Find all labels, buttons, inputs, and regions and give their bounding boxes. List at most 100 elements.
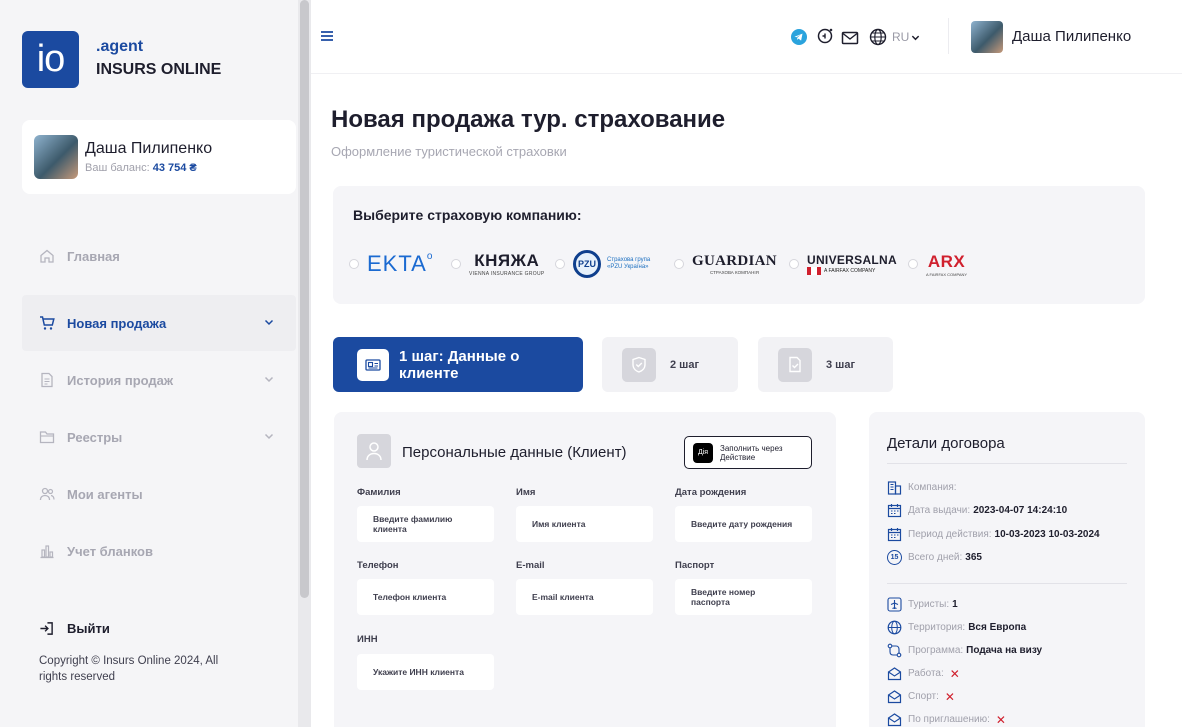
avatar[interactable] — [971, 21, 1003, 53]
birthdate-label: Дата рождения — [675, 487, 747, 498]
id-card-icon — [357, 348, 389, 381]
nav-item-registries[interactable]: Реестры — [22, 409, 296, 465]
diia-fill-button[interactable]: Дія Заполнить через Действие — [684, 436, 812, 469]
email-field[interactable]: E-mail клиента — [516, 579, 653, 615]
name-field[interactable]: Имя клиента — [516, 506, 653, 542]
sidebar-profile-card[interactable]: Даша Пилипенко Ваш баланс: 43 754 ₴ — [22, 120, 296, 194]
canada-flag-icon — [807, 267, 821, 275]
building-icon — [887, 481, 902, 495]
phone-label: Телефон — [357, 560, 399, 571]
nav-label-home: Главная — [67, 248, 120, 264]
menu-icon[interactable] — [320, 30, 334, 42]
document-icon — [41, 372, 53, 388]
avatar — [34, 135, 78, 179]
copyright: Copyright © Insurs Online 2024, All righ… — [39, 655, 219, 683]
step-1-label: 1 шаг: Данные о клиенте — [398, 347, 520, 382]
calendar-icon — [887, 528, 902, 542]
email-label: E-mail — [516, 560, 545, 571]
passport-field[interactable]: Введите номер паспорта — [675, 579, 812, 615]
detail-territory: Территория: Вся Европа — [887, 620, 1026, 635]
universalna-logo-sub: A FAIRFAX COMPANY — [824, 268, 876, 274]
home-icon — [40, 249, 54, 263]
logout-icon — [40, 622, 53, 635]
shield-icon — [622, 347, 656, 382]
radio[interactable] — [674, 259, 684, 269]
profile-name: Даша Пилипенко — [85, 140, 213, 157]
universalna-logo: UNIVERSALNA A FAIRFAX COMPANY — [807, 253, 897, 275]
detail-work-label: Работа: — [908, 668, 944, 679]
nav-item-home[interactable]: Главная — [22, 228, 296, 284]
phone-field[interactable]: Телефон клиента — [357, 579, 494, 615]
diia-logo-icon: Дія — [693, 442, 713, 463]
step-1-tab[interactable]: 1 шаг: Данные о клиенте — [333, 337, 583, 392]
nav-label-forms-accounting: Учет бланков — [67, 543, 153, 559]
chevron-down-icon[interactable] — [264, 431, 274, 441]
document-check-icon — [778, 347, 812, 382]
company-selector-title: Выберите страховую компанию: — [353, 207, 582, 223]
surname-field[interactable]: Введите фамилию клиента — [357, 506, 494, 542]
company-option-arx[interactable]: ARX A FAIRFAX COMPANY — [908, 250, 967, 278]
topbar-user-name[interactable]: Даша Пилипенко — [1012, 28, 1131, 45]
company-selector: Выберите страховую компанию: EKTAo КНЯЖА… — [333, 186, 1145, 304]
pzu-logo: PZU Страхова група «PZU Україна» — [573, 250, 653, 278]
page-subtitle: Оформление туристической страховки — [331, 144, 567, 159]
brand-logo[interactable]: io — [22, 31, 79, 88]
detail-period: Период действия: 10-03-2023 10-03-2024 — [887, 527, 1100, 542]
step-3-tab[interactable]: 3 шаг — [758, 337, 893, 392]
company-option-ekta[interactable]: EKTAo — [349, 250, 433, 278]
birthdate-field[interactable]: Введите дату рождения — [675, 506, 812, 542]
balance: Ваш баланс: 43 754 ₴ — [85, 162, 197, 174]
detail-issue-value: 2023-04-07 14:24:10 — [973, 505, 1068, 516]
days-counter-icon: 15 — [887, 550, 902, 565]
telegram-icon[interactable] — [790, 28, 808, 46]
diia-button-label: Заполнить через Действие — [720, 443, 783, 462]
inn-field[interactable]: Укажите ИНН клиента — [357, 654, 494, 690]
no-mark: ✕ — [995, 712, 1006, 727]
mail-icon[interactable] — [841, 29, 859, 47]
nav-item-new-sale[interactable]: Новая продажа — [22, 295, 296, 351]
detail-sport: Спорт: ✕ — [887, 689, 955, 704]
radio[interactable] — [555, 259, 565, 269]
nav-item-my-agents[interactable]: Мои агенты — [22, 466, 296, 522]
company-option-guardian[interactable]: GUARDIAN СТРАХОВА КОМПАНІЯ — [674, 250, 777, 278]
guardian-logo-text: GUARDIAN — [692, 253, 777, 269]
nav-item-sales-history[interactable]: История продаж — [22, 352, 296, 408]
chevron-down-icon[interactable] — [264, 374, 274, 384]
support-icon[interactable] — [817, 27, 835, 45]
airplane-icon — [887, 597, 902, 612]
nav-item-forms-accounting[interactable]: Учет бланков — [22, 523, 296, 579]
detail-days: 15 Всего дней: 365 — [887, 550, 982, 565]
radio[interactable] — [349, 259, 359, 269]
brand-name: INSURS ONLINE — [96, 61, 222, 78]
step-2-tab[interactable]: 2 шаг — [602, 337, 738, 392]
radio[interactable] — [789, 259, 799, 269]
language-selector[interactable]: RU — [869, 28, 920, 46]
radio[interactable] — [908, 259, 918, 269]
guardian-logo-sub: СТРАХОВА КОМПАНІЯ — [710, 270, 759, 275]
company-option-kniazha[interactable]: КНЯЖА VIENNA INSURANCE GROUP — [451, 250, 545, 278]
no-mark: ✕ — [944, 689, 955, 704]
nav-label-sales-history: История продаж — [67, 372, 174, 388]
detail-days-value: 365 — [965, 552, 982, 563]
radio[interactable] — [451, 259, 461, 269]
company-option-pzu[interactable]: PZU Страхова група «PZU Україна» — [555, 250, 653, 278]
form-title: Персональные данные (Клиент) — [402, 444, 627, 461]
detail-program: Программа: Подача на визу — [887, 643, 1042, 658]
detail-issue-date: Дата выдачи: 2023-04-07 14:24:10 — [887, 503, 1067, 518]
detail-sport-label: Спорт: — [908, 691, 939, 702]
chevron-down-icon — [912, 35, 920, 40]
envelope-icon — [887, 667, 902, 681]
detail-program-label: Программа: — [908, 645, 964, 656]
envelope-icon — [887, 713, 902, 727]
sidebar-scrollbar-thumb[interactable] — [300, 0, 309, 598]
company-option-universalna[interactable]: UNIVERSALNA A FAIRFAX COMPANY — [789, 250, 897, 278]
pzu-logo-sub: Страхова група «PZU Україна» — [607, 257, 651, 270]
divider — [887, 583, 1127, 584]
chevron-down-icon[interactable] — [264, 317, 274, 327]
route-icon — [887, 643, 902, 658]
ekta-logo-text: EKTA — [367, 251, 427, 276]
details-title: Детали договора — [887, 435, 1005, 452]
page-title: Новая продажа тур. страхование — [331, 106, 726, 133]
logout-button[interactable]: Выйти — [39, 621, 110, 636]
inn-label: ИНН — [357, 634, 378, 645]
